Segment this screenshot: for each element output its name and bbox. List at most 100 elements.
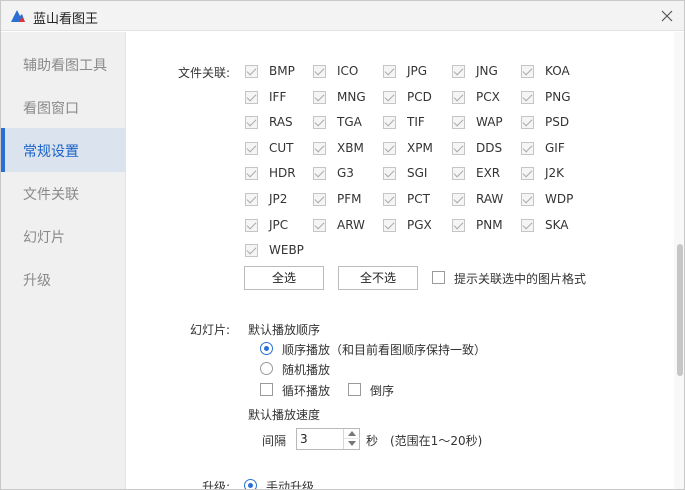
sidebar-item-slideshow[interactable]: 幻灯片 <box>1 214 126 258</box>
format-label: TGA <box>337 115 362 129</box>
format-label: IFF <box>269 90 287 104</box>
format-label: JNG <box>476 64 498 78</box>
format-label: JP2 <box>269 192 288 206</box>
checkbox-box <box>245 142 258 155</box>
checkbox-box <box>313 219 326 232</box>
checkbox-box <box>245 193 258 206</box>
manual-upgrade-label: 手动升级 <box>266 480 315 490</box>
format-label: PGX <box>407 218 432 232</box>
interval-decrement-button[interactable] <box>344 439 360 449</box>
checkbox-box <box>383 193 396 206</box>
close-button[interactable] <box>656 5 678 27</box>
format-label: PCX <box>476 90 500 104</box>
format-label: PCT <box>407 192 430 206</box>
format-label: J2K <box>545 166 565 180</box>
format-label: WEBP <box>269 243 304 257</box>
chevron-up-icon <box>348 431 356 436</box>
checkbox-box <box>521 219 534 232</box>
spin-arrows <box>343 429 360 449</box>
checkbox-box <box>452 219 465 232</box>
sidebar-item-label: 文件关联 <box>23 187 79 203</box>
format-label: SKA <box>545 218 569 232</box>
checkbox-box <box>521 167 534 180</box>
checkbox-box <box>260 383 273 396</box>
title-bar: 蓝山看图王 <box>1 1 684 31</box>
checkbox-box <box>452 167 465 180</box>
format-label: HDR <box>269 166 296 180</box>
chevron-down-icon <box>348 441 356 446</box>
format-label: SGI <box>407 166 428 180</box>
sidebar-item-general[interactable]: 常规设置 <box>1 128 126 172</box>
checkbox-box <box>383 116 396 129</box>
checkbox-box <box>452 91 465 104</box>
checkbox-box <box>383 167 396 180</box>
sidebar-item-label: 常规设置 <box>23 144 79 160</box>
settings-window: 蓝山看图王 辅助看图工具 看图窗口 常规设置 文件关联 幻灯片 升级 文件关联:… <box>0 0 685 490</box>
format-label: JPC <box>269 218 289 232</box>
format-label: MNG <box>337 90 366 104</box>
format-label: RAS <box>269 115 293 129</box>
sidebar-item-assist-tools[interactable]: 辅助看图工具 <box>1 42 126 86</box>
checkbox-box <box>383 142 396 155</box>
sidebar-item-viewer-window[interactable]: 看图窗口 <box>1 85 126 129</box>
checkbox-box <box>452 116 465 129</box>
checkbox-box <box>383 219 396 232</box>
interval-label: 间隔 <box>262 434 287 448</box>
format-label: WDP <box>545 192 574 206</box>
format-label: PNM <box>476 218 503 232</box>
format-label: DDS <box>476 141 503 155</box>
select-none-button[interactable]: 全不选 <box>338 266 418 290</box>
play-speed-heading: 默认播放速度 <box>248 408 321 422</box>
window-title: 蓝山看图王 <box>33 12 99 27</box>
close-icon <box>661 10 673 22</box>
checkbox-box <box>452 142 465 155</box>
format-label: EXR <box>476 166 501 180</box>
slideshow-section-label: 幻灯片: <box>189 323 230 337</box>
radio-dot <box>244 479 257 489</box>
vertical-scrollbar[interactable] <box>674 32 684 489</box>
reverse-order-label: 倒序 <box>370 384 395 398</box>
prompt-assoc-label: 提示关联选中的图片格式 <box>454 272 587 286</box>
format-label: PFM <box>337 192 362 206</box>
checkbox-box <box>521 116 534 129</box>
format-label: XBM <box>337 141 364 155</box>
format-label: PSD <box>545 115 570 129</box>
checkbox-box <box>245 219 258 232</box>
format-label: PNG <box>545 90 571 104</box>
play-order-heading: 默认播放顺序 <box>248 323 321 337</box>
loop-play-label: 循环播放 <box>282 384 331 398</box>
interval-increment-button[interactable] <box>344 429 360 439</box>
radio-dot <box>260 362 273 375</box>
interval-input[interactable] <box>297 429 343 449</box>
format-label: CUT <box>269 141 294 155</box>
settings-content: 文件关联: BMP ICO JPG JNG KOA IFF MNG PCD PCX PNG RAS T… <box>127 32 673 490</box>
checkbox-box <box>383 65 396 78</box>
format-label: GIF <box>545 141 565 155</box>
format-label: TIF <box>407 115 425 129</box>
checkbox-box <box>313 116 326 129</box>
checkbox-box <box>313 91 326 104</box>
format-label: G3 <box>337 166 354 180</box>
order-random-label: 随机播放 <box>282 363 331 377</box>
sidebar-item-file-assoc[interactable]: 文件关联 <box>1 171 126 215</box>
checkbox-box <box>432 271 445 284</box>
checkbox-box <box>313 65 326 78</box>
sidebar-item-upgrade[interactable]: 升级 <box>1 257 126 301</box>
select-all-button[interactable]: 全选 <box>244 266 324 290</box>
checkbox-box <box>245 116 258 129</box>
sidebar-item-label: 辅助看图工具 <box>23 58 107 74</box>
app-logo-icon <box>11 10 25 22</box>
checkbox-box <box>521 142 534 155</box>
checkbox-box <box>313 142 326 155</box>
checkbox-box <box>313 167 326 180</box>
format-label: WAP <box>476 115 503 129</box>
format-label: XPM <box>407 141 433 155</box>
scrollbar-thumb[interactable] <box>677 244 683 376</box>
radio-dot <box>260 342 273 355</box>
format-label: ARW <box>337 218 365 232</box>
checkbox-box <box>348 383 361 396</box>
format-label: KOA <box>545 64 570 78</box>
settings-sidebar: 辅助看图工具 看图窗口 常规设置 文件关联 幻灯片 升级 <box>1 32 126 489</box>
checkbox-box <box>313 193 326 206</box>
checkbox-box <box>521 193 534 206</box>
